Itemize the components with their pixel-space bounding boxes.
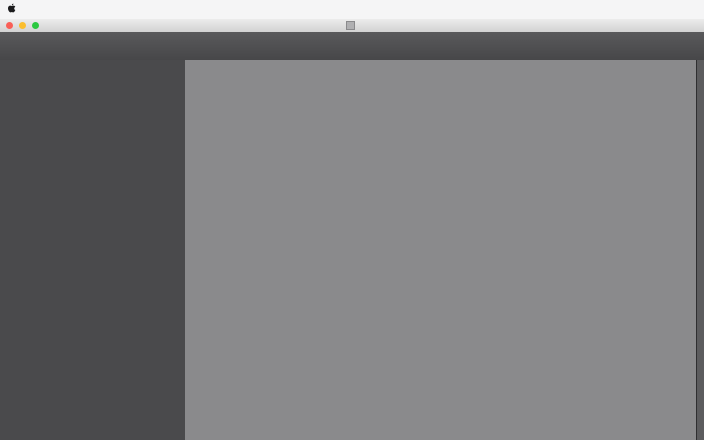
window-title [0,20,704,31]
vertical-scrollbar[interactable] [696,60,704,440]
title-bar[interactable] [0,19,704,33]
track-list-panel [0,60,186,440]
edit-toolbar [0,32,704,61]
edit-window [0,60,704,440]
apple-menu-icon[interactable] [0,3,24,17]
pro-tools-window [0,0,704,440]
menu-bar [0,0,704,20]
edit-canvas[interactable] [185,60,696,440]
document-proxy-icon [346,20,355,30]
